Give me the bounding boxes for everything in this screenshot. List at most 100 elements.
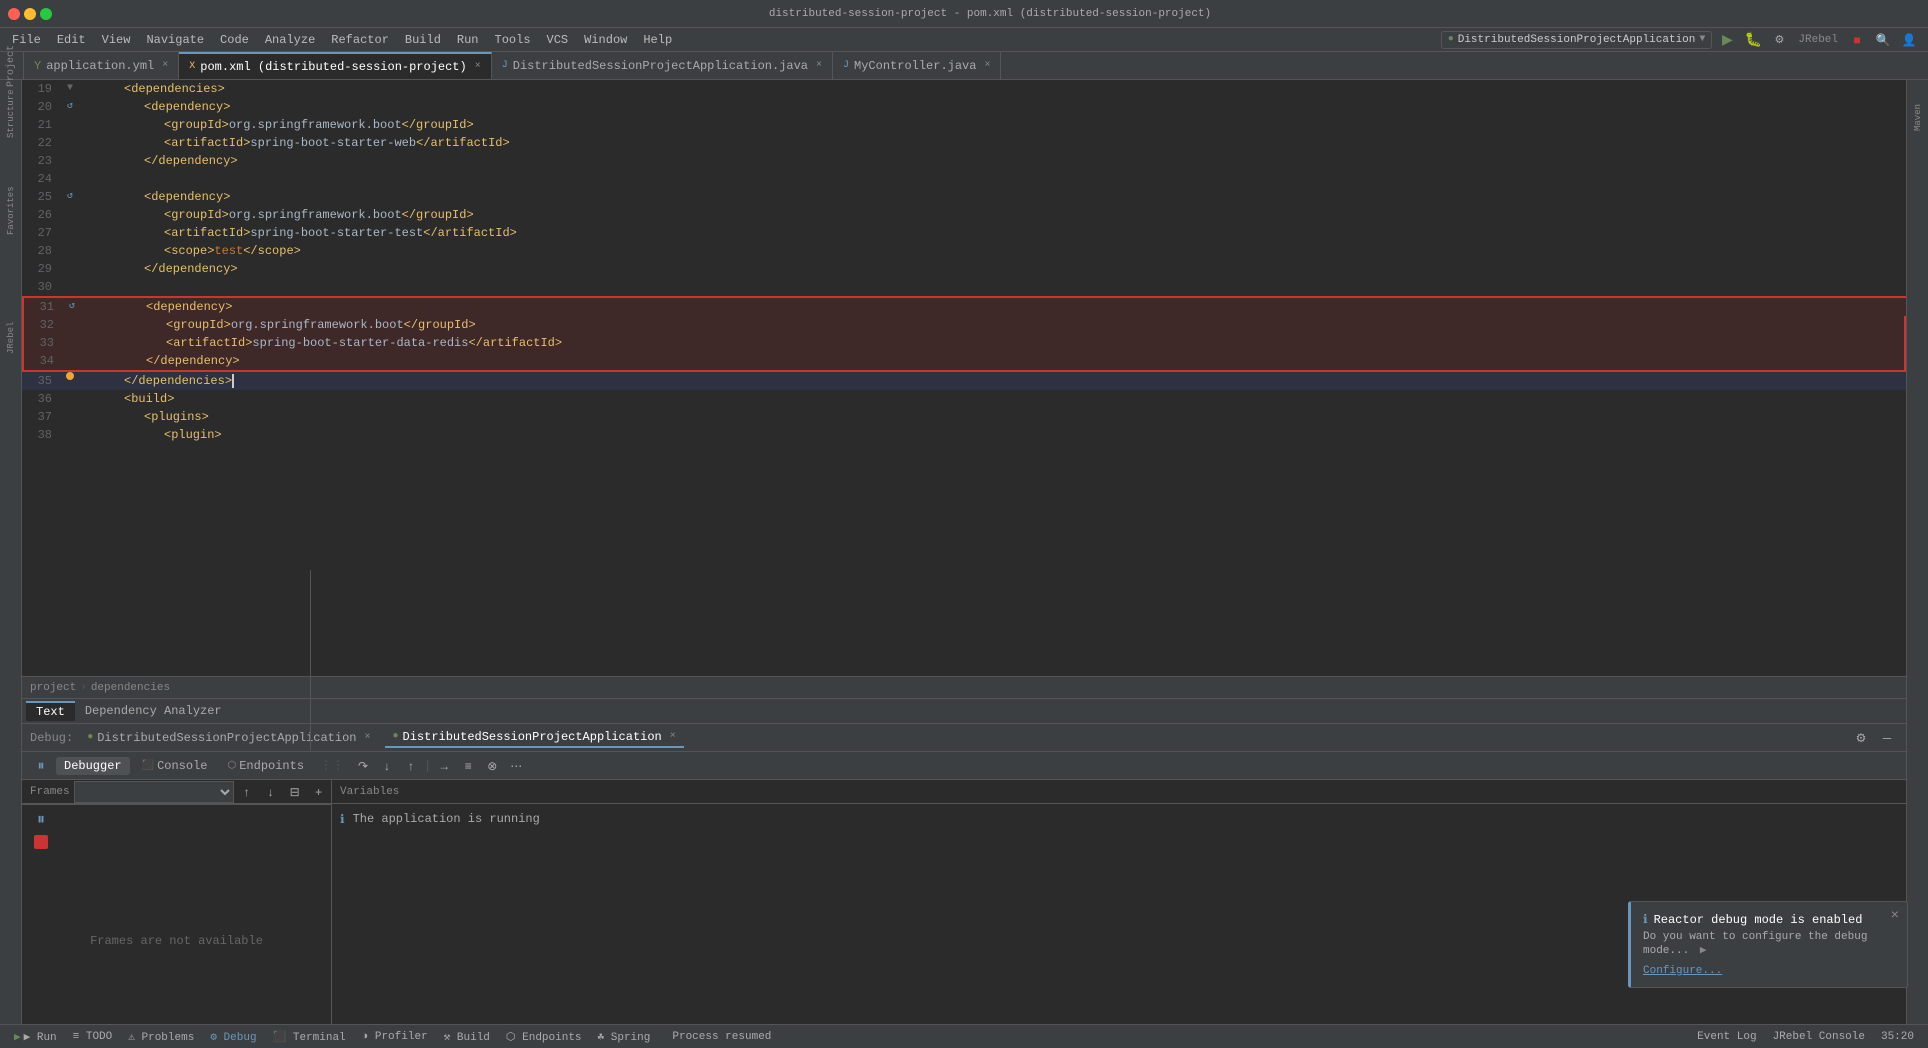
user-icon[interactable]: 👤 xyxy=(1898,29,1920,51)
tab-label-app: DistributedSessionProjectApplication.jav… xyxy=(513,59,808,73)
toolbar-right: ● DistributedSessionProjectApplication ▼… xyxy=(1441,29,1924,51)
debug-session-2[interactable]: ● DistributedSessionProjectApplication × xyxy=(385,728,684,748)
frames-label: Frames xyxy=(30,786,70,798)
tab-dependency-analyzer[interactable]: Dependency Analyzer xyxy=(75,702,232,720)
endpoints-label: ⬡ Endpoints xyxy=(506,1030,582,1044)
jrebel-console-btn[interactable]: JRebel Console xyxy=(1767,1031,1871,1043)
menu-refactor[interactable]: Refactor xyxy=(323,31,397,49)
debug-tab-debugger[interactable]: Debugger xyxy=(56,757,130,775)
maven-icon[interactable]: Maven xyxy=(1909,92,1927,142)
debug-minimize-icon[interactable]: ─ xyxy=(1876,727,1898,749)
sidebar-jrebel[interactable]: JRebel xyxy=(2,318,20,358)
more-debug[interactable]: ⋯ xyxy=(505,755,527,777)
sidebar-structure[interactable]: Structure xyxy=(2,84,20,144)
endpoints-label: Endpoints xyxy=(239,759,304,773)
reload-icon-2[interactable]: ↺ xyxy=(67,188,73,206)
menu-build[interactable]: Build xyxy=(397,31,449,49)
tab-close-ctrl[interactable]: × xyxy=(984,60,990,71)
tab-close-app[interactable]: × xyxy=(816,60,822,71)
problems-status-btn[interactable]: ⚠ Problems xyxy=(122,1030,200,1044)
variables-header: Variables xyxy=(332,780,1906,804)
frames-down[interactable]: ↓ xyxy=(260,781,282,803)
code-line-19: 19 ▼ <dependencies> xyxy=(22,80,1906,98)
profiler-status-btn[interactable]: ◑ Profiler xyxy=(356,1031,434,1043)
step-into[interactable]: ↓ xyxy=(376,755,398,777)
project-tab[interactable]: Project xyxy=(0,52,24,79)
run-status-btn[interactable]: ▶ ▶ Run xyxy=(8,1030,63,1044)
terminal-status-btn[interactable]: ⬛ Terminal xyxy=(267,1030,352,1044)
process-resumed: Process resumed xyxy=(672,1031,771,1043)
run-button[interactable]: ▶ xyxy=(1716,29,1738,51)
code-line-33: 33 <artifactId>spring-boot-starter-data-… xyxy=(22,334,1906,352)
reload-icon-3[interactable]: ↺ xyxy=(69,298,75,316)
breadcrumb-dependencies[interactable]: dependencies xyxy=(91,682,170,694)
menu-edit[interactable]: Edit xyxy=(49,31,94,49)
step-out[interactable]: ↑ xyxy=(400,755,422,777)
menu-tools[interactable]: Tools xyxy=(487,31,539,49)
tab-controller-java[interactable]: J MyController.java × xyxy=(833,52,1001,79)
tab-pom-xml[interactable]: X pom.xml (distributed-session-project) … xyxy=(179,52,491,79)
menu-help[interactable]: Help xyxy=(635,31,680,49)
editor-tabs: Project Y application.yml × X pom.xml (d… xyxy=(0,52,1928,80)
debug-tab-console[interactable]: ⬛ Console xyxy=(134,757,216,775)
fold-icon[interactable]: ▼ xyxy=(67,80,73,98)
tab-close-yml[interactable]: × xyxy=(162,60,168,71)
minimize-button[interactable] xyxy=(24,8,36,20)
session-1-label: DistributedSessionProjectApplication xyxy=(97,731,356,745)
debug-button[interactable]: 🐛 xyxy=(1742,29,1764,51)
debug-status-btn[interactable]: ⚙ Debug xyxy=(204,1030,262,1044)
position-indicator: 35:20 xyxy=(1875,1031,1920,1043)
code-line-30: 30 xyxy=(22,278,1906,296)
debug-label: Debug: xyxy=(30,731,73,745)
notification-close[interactable]: × xyxy=(1891,908,1899,924)
code-editor[interactable]: 19 ▼ <dependencies> 20 ↺ <dependency> 21… xyxy=(22,80,1906,676)
evaluate-expr[interactable]: ≡ xyxy=(457,755,479,777)
debug-settings-icon[interactable]: ⚙ xyxy=(1850,727,1872,749)
debug-session-1[interactable]: ● DistributedSessionProjectApplication × xyxy=(79,729,378,747)
frames-filter[interactable]: ⊟ xyxy=(284,781,306,803)
endpoints-status-btn[interactable]: ⬡ Endpoints xyxy=(500,1030,588,1044)
debug-status-label: ⚙ Debug xyxy=(210,1030,256,1044)
project-label: Project xyxy=(6,45,17,87)
close-button[interactable] xyxy=(8,8,20,20)
menu-window[interactable]: Window xyxy=(576,31,635,49)
menu-view[interactable]: View xyxy=(94,31,139,49)
breadcrumb-project[interactable]: project xyxy=(30,682,76,694)
tab-app-java[interactable]: J DistributedSessionProjectApplication.j… xyxy=(492,52,833,79)
todo-status-btn[interactable]: ≡ TODO xyxy=(67,1031,119,1043)
menu-navigate[interactable]: Navigate xyxy=(138,31,212,49)
step-over[interactable]: ↷ xyxy=(352,755,374,777)
frames-add[interactable]: + xyxy=(308,781,330,803)
settings-icon[interactable]: ⚙ xyxy=(1768,29,1790,51)
build-status-btn[interactable]: ⚒ Build xyxy=(438,1030,496,1044)
editor-area: 19 ▼ <dependencies> 20 ↺ <dependency> 21… xyxy=(22,80,1906,1024)
breakpoint-dot[interactable] xyxy=(66,372,74,380)
code-line-38: 38 <plugin> xyxy=(22,426,1906,444)
menu-vcs[interactable]: VCS xyxy=(539,31,577,49)
tab-application-yml[interactable]: Y application.yml × xyxy=(24,52,179,79)
run-configuration[interactable]: ● DistributedSessionProjectApplication ▼ xyxy=(1441,31,1713,49)
pause-program[interactable]: ⏸ xyxy=(30,809,52,831)
terminal-label: ⬛ Terminal xyxy=(273,1030,346,1044)
frames-up[interactable]: ↑ xyxy=(236,781,258,803)
search-icon[interactable]: 🔍 xyxy=(1872,29,1894,51)
stop-program[interactable] xyxy=(34,835,48,849)
window-controls[interactable] xyxy=(8,8,52,20)
event-log-btn[interactable]: Event Log xyxy=(1691,1031,1762,1043)
maximize-button[interactable] xyxy=(40,8,52,20)
menu-run[interactable]: Run xyxy=(449,31,487,49)
tab-text[interactable]: Text xyxy=(26,701,75,721)
run-to-cursor[interactable]: → xyxy=(433,755,455,777)
tab-close-pom[interactable]: × xyxy=(475,61,481,72)
menu-code[interactable]: Code xyxy=(212,31,257,49)
stop-button[interactable]: ■ xyxy=(1846,29,1868,51)
mute-breakpoints[interactable]: ⊗ xyxy=(481,755,503,777)
spring-status-btn[interactable]: ☘ Spring xyxy=(592,1030,657,1044)
debug-tab-endpoints[interactable]: ⬡ Endpoints xyxy=(219,757,312,775)
pause-button[interactable]: ⏸ xyxy=(30,755,52,777)
reload-icon[interactable]: ↺ xyxy=(67,98,73,116)
menu-analyze[interactable]: Analyze xyxy=(257,31,323,49)
sidebar-favorites[interactable]: Favorites xyxy=(2,186,20,236)
frames-dropdown[interactable] xyxy=(74,781,234,803)
configure-link[interactable]: Configure... xyxy=(1643,965,1722,977)
